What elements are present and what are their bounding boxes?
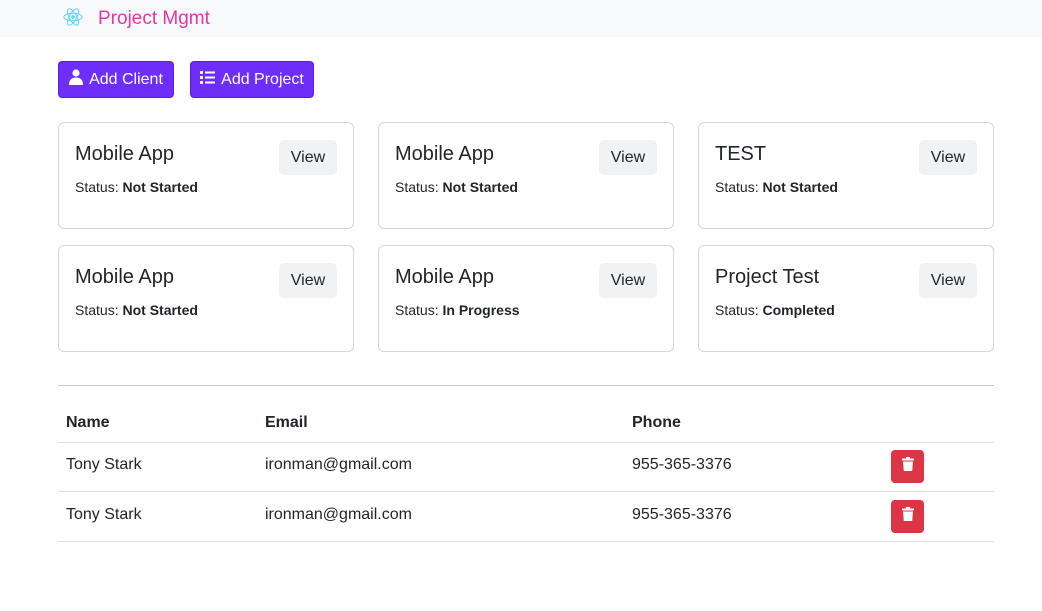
trash-icon — [901, 457, 914, 476]
list-icon — [200, 70, 221, 89]
status-value: Not Started — [122, 302, 198, 318]
client-phone: 955-365-3376 — [632, 506, 732, 523]
project-name: Project Test — [715, 266, 820, 288]
user-icon — [69, 69, 89, 90]
view-button[interactable]: View — [599, 263, 657, 298]
status-value: Not Started — [442, 179, 518, 195]
view-button[interactable]: View — [599, 140, 657, 175]
client-name: Tony Stark — [66, 506, 142, 523]
client-phone: 955-365-3376 — [632, 456, 732, 473]
status-value: Completed — [762, 302, 835, 318]
brand[interactable]: Project Mgmt — [62, 6, 210, 32]
project-status: Status: Not Started — [715, 179, 838, 195]
project-name: Mobile App — [395, 266, 494, 288]
status-value: In Progress — [442, 302, 520, 318]
project-status: Status: In Progress — [395, 302, 520, 318]
trash-icon — [901, 507, 914, 526]
project-status: Status: Completed — [715, 302, 835, 318]
view-button[interactable]: View — [919, 140, 977, 175]
project-status: Status: Not Started — [75, 179, 198, 195]
status-value: Not Started — [122, 179, 198, 195]
add-project-label: Add Project — [221, 70, 304, 88]
client-name: Tony Stark — [66, 456, 142, 473]
project-card: Project Test Status: Completed View — [698, 245, 994, 352]
view-button[interactable]: View — [919, 263, 977, 298]
navbar: Project Mgmt — [0, 0, 1042, 37]
project-name: TEST — [715, 143, 767, 165]
section-divider — [58, 385, 994, 386]
row-divider — [58, 442, 994, 443]
row-divider — [58, 491, 994, 492]
project-card: Mobile App Status: Not Started View — [58, 122, 354, 229]
column-header-name: Name — [66, 414, 110, 431]
project-status: Status: Not Started — [395, 179, 518, 195]
delete-client-button[interactable] — [891, 500, 924, 533]
project-card: Mobile App Status: Not Started View — [378, 122, 674, 229]
project-card: Mobile App Status: In Progress View — [378, 245, 674, 352]
app-title: Project Mgmt — [98, 8, 210, 29]
add-client-label: Add Client — [89, 70, 163, 88]
view-button[interactable]: View — [279, 140, 337, 175]
add-client-button[interactable]: Add Client — [58, 61, 174, 98]
view-button[interactable]: View — [279, 263, 337, 298]
project-card: Mobile App Status: Not Started View — [58, 245, 354, 352]
add-project-button[interactable]: Add Project — [190, 61, 314, 98]
row-divider — [58, 541, 994, 542]
client-email: ironman@gmail.com — [265, 456, 412, 473]
project-card: TEST Status: Not Started View — [698, 122, 994, 229]
project-name: Mobile App — [75, 143, 174, 165]
column-header-phone: Phone — [632, 414, 681, 431]
react-atom-icon — [62, 6, 84, 33]
column-header-email: Email — [265, 414, 308, 431]
delete-client-button[interactable] — [891, 450, 924, 483]
project-name: Mobile App — [75, 266, 174, 288]
project-status: Status: Not Started — [75, 302, 198, 318]
status-value: Not Started — [762, 179, 838, 195]
project-name: Mobile App — [395, 143, 494, 165]
client-email: ironman@gmail.com — [265, 506, 412, 523]
